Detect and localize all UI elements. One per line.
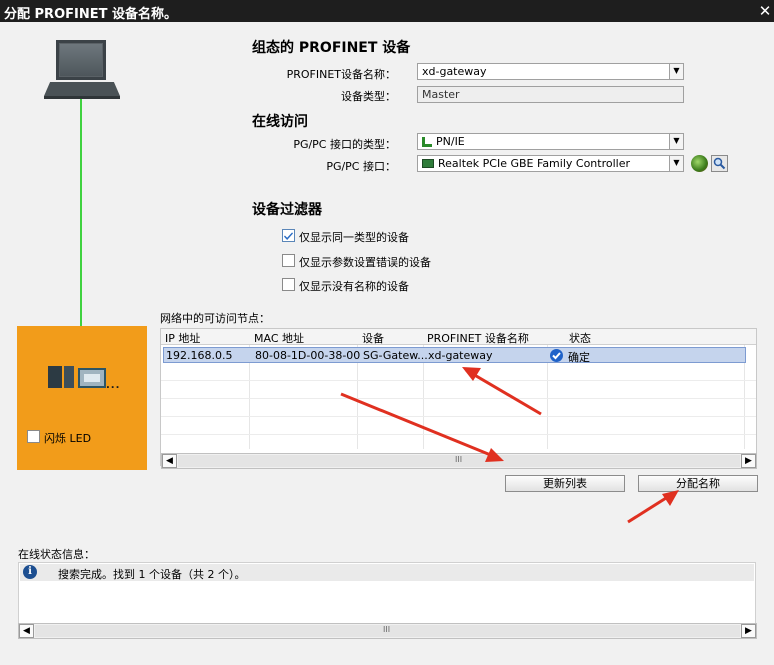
table-row[interactable]: 192.168.0.5 80-08-1D-00-38-00 SG-Gatew..…: [163, 347, 746, 364]
online-diagnostics-icon[interactable]: [691, 155, 708, 172]
column-header-device[interactable]: 设备: [362, 330, 384, 346]
column-header-mac[interactable]: MAC 地址: [254, 330, 304, 346]
filter-no-name-label: 仅显示没有名称的设备: [299, 280, 409, 293]
nodes-table: IP 地址 MAC 地址 设备 PROFINET 设备名称 状态 192.168…: [160, 328, 757, 466]
column-header-ip[interactable]: IP 地址: [165, 330, 200, 346]
refresh-list-button[interactable]: 更新列表: [505, 475, 625, 492]
device-type-field: Master: [417, 86, 684, 103]
arrow-to-assign-button: [627, 490, 679, 524]
interface-field[interactable]: Realtek PCIe GBE Family Controller: [417, 155, 671, 172]
close-icon[interactable]: ✕: [756, 0, 774, 22]
cell-mac: 80-08-1D-00-38-00: [255, 349, 361, 362]
scroll-left-icon[interactable]: ◀: [162, 454, 177, 468]
column-header-profinet-name[interactable]: PROFINET 设备名称: [427, 330, 529, 346]
device-module-icon: [48, 366, 62, 388]
device-hmi-icon: [78, 368, 106, 388]
filter-no-name-checkbox[interactable]: [282, 278, 295, 291]
nodes-caption: 网络中的可访问节点：: [160, 312, 270, 325]
status-horizontal-scrollbar[interactable]: ◀ III ▶: [18, 623, 757, 639]
column-header-status[interactable]: 状态: [569, 330, 591, 346]
cell-ip: 192.168.0.5: [166, 349, 233, 362]
chevron-down-icon[interactable]: ▼: [669, 133, 684, 150]
interface-type-field[interactable]: PN/IE: [417, 133, 671, 150]
device-name-field[interactable]: xd-gateway: [417, 63, 671, 80]
cell-status: 确定: [568, 351, 590, 364]
device-name-label: PROFINET设备名称：: [286, 68, 396, 81]
status-log: i 搜索完成。找到 1 个设备（共 2 个）。: [18, 562, 756, 624]
list-item[interactable]: i 搜索完成。找到 1 个设备（共 2 个）。: [20, 564, 754, 581]
device-more-icon: ...: [106, 380, 121, 391]
configured-device-heading: 组态的 PROFINET 设备: [252, 40, 411, 56]
online-access-heading: 在线访问: [252, 114, 308, 130]
info-icon: i: [23, 565, 37, 579]
interface-type-value: PN/IE: [436, 135, 465, 148]
pn-ie-icon: [422, 137, 432, 147]
interface-label: PG/PC 接口：: [326, 160, 396, 173]
table-header: IP 地址 MAC 地址 设备 PROFINET 设备名称 状态: [161, 329, 756, 345]
device-module-icon: [64, 366, 74, 388]
device-panel: [17, 326, 147, 470]
interface-type-label: PG/PC 接口的类型：: [293, 138, 396, 151]
status-message: 搜索完成。找到 1 个设备（共 2 个）。: [58, 568, 246, 581]
filter-same-type-label: 仅显示同一类型的设备: [299, 231, 409, 244]
laptop-screen: [60, 44, 102, 76]
flash-led-checkbox[interactable]: [27, 430, 40, 443]
interface-value: Realtek PCIe GBE Family Controller: [438, 157, 631, 170]
window-title: 分配 PROFINET 设备名称。: [4, 7, 177, 22]
network-card-icon: [422, 159, 434, 168]
title-bar: 分配 PROFINET 设备名称。 ✕: [0, 0, 774, 22]
laptop-keyboard: [44, 82, 120, 96]
laptop-edge: [44, 96, 120, 99]
cell-profinet-name: xd-gateway: [428, 349, 493, 362]
filter-same-type-checkbox[interactable]: [282, 229, 295, 242]
scroll-right-icon[interactable]: ▶: [741, 624, 756, 638]
chevron-down-icon[interactable]: ▼: [669, 155, 684, 172]
status-caption: 在线状态信息：: [18, 548, 95, 561]
scroll-grip: III: [455, 455, 463, 464]
chevron-down-icon[interactable]: ▼: [669, 63, 684, 80]
device-type-label: 设备类型：: [341, 90, 396, 103]
filter-param-error-checkbox[interactable]: [282, 254, 295, 267]
device-filter-heading: 设备过滤器: [252, 202, 322, 218]
flash-led-label: 闪烁 LED: [44, 432, 92, 445]
scroll-right-icon[interactable]: ▶: [741, 454, 756, 468]
nodes-horizontal-scrollbar[interactable]: ◀ III ▶: [161, 453, 757, 469]
assign-name-button[interactable]: 分配名称: [638, 475, 758, 492]
scroll-left-icon[interactable]: ◀: [19, 624, 34, 638]
cell-device: SG-Gatew...: [363, 349, 428, 362]
filter-param-error-label: 仅显示参数设置错误的设备: [299, 256, 431, 269]
search-icon[interactable]: [711, 155, 728, 172]
check-ok-icon: [550, 349, 563, 362]
scroll-grip: III: [383, 625, 391, 634]
